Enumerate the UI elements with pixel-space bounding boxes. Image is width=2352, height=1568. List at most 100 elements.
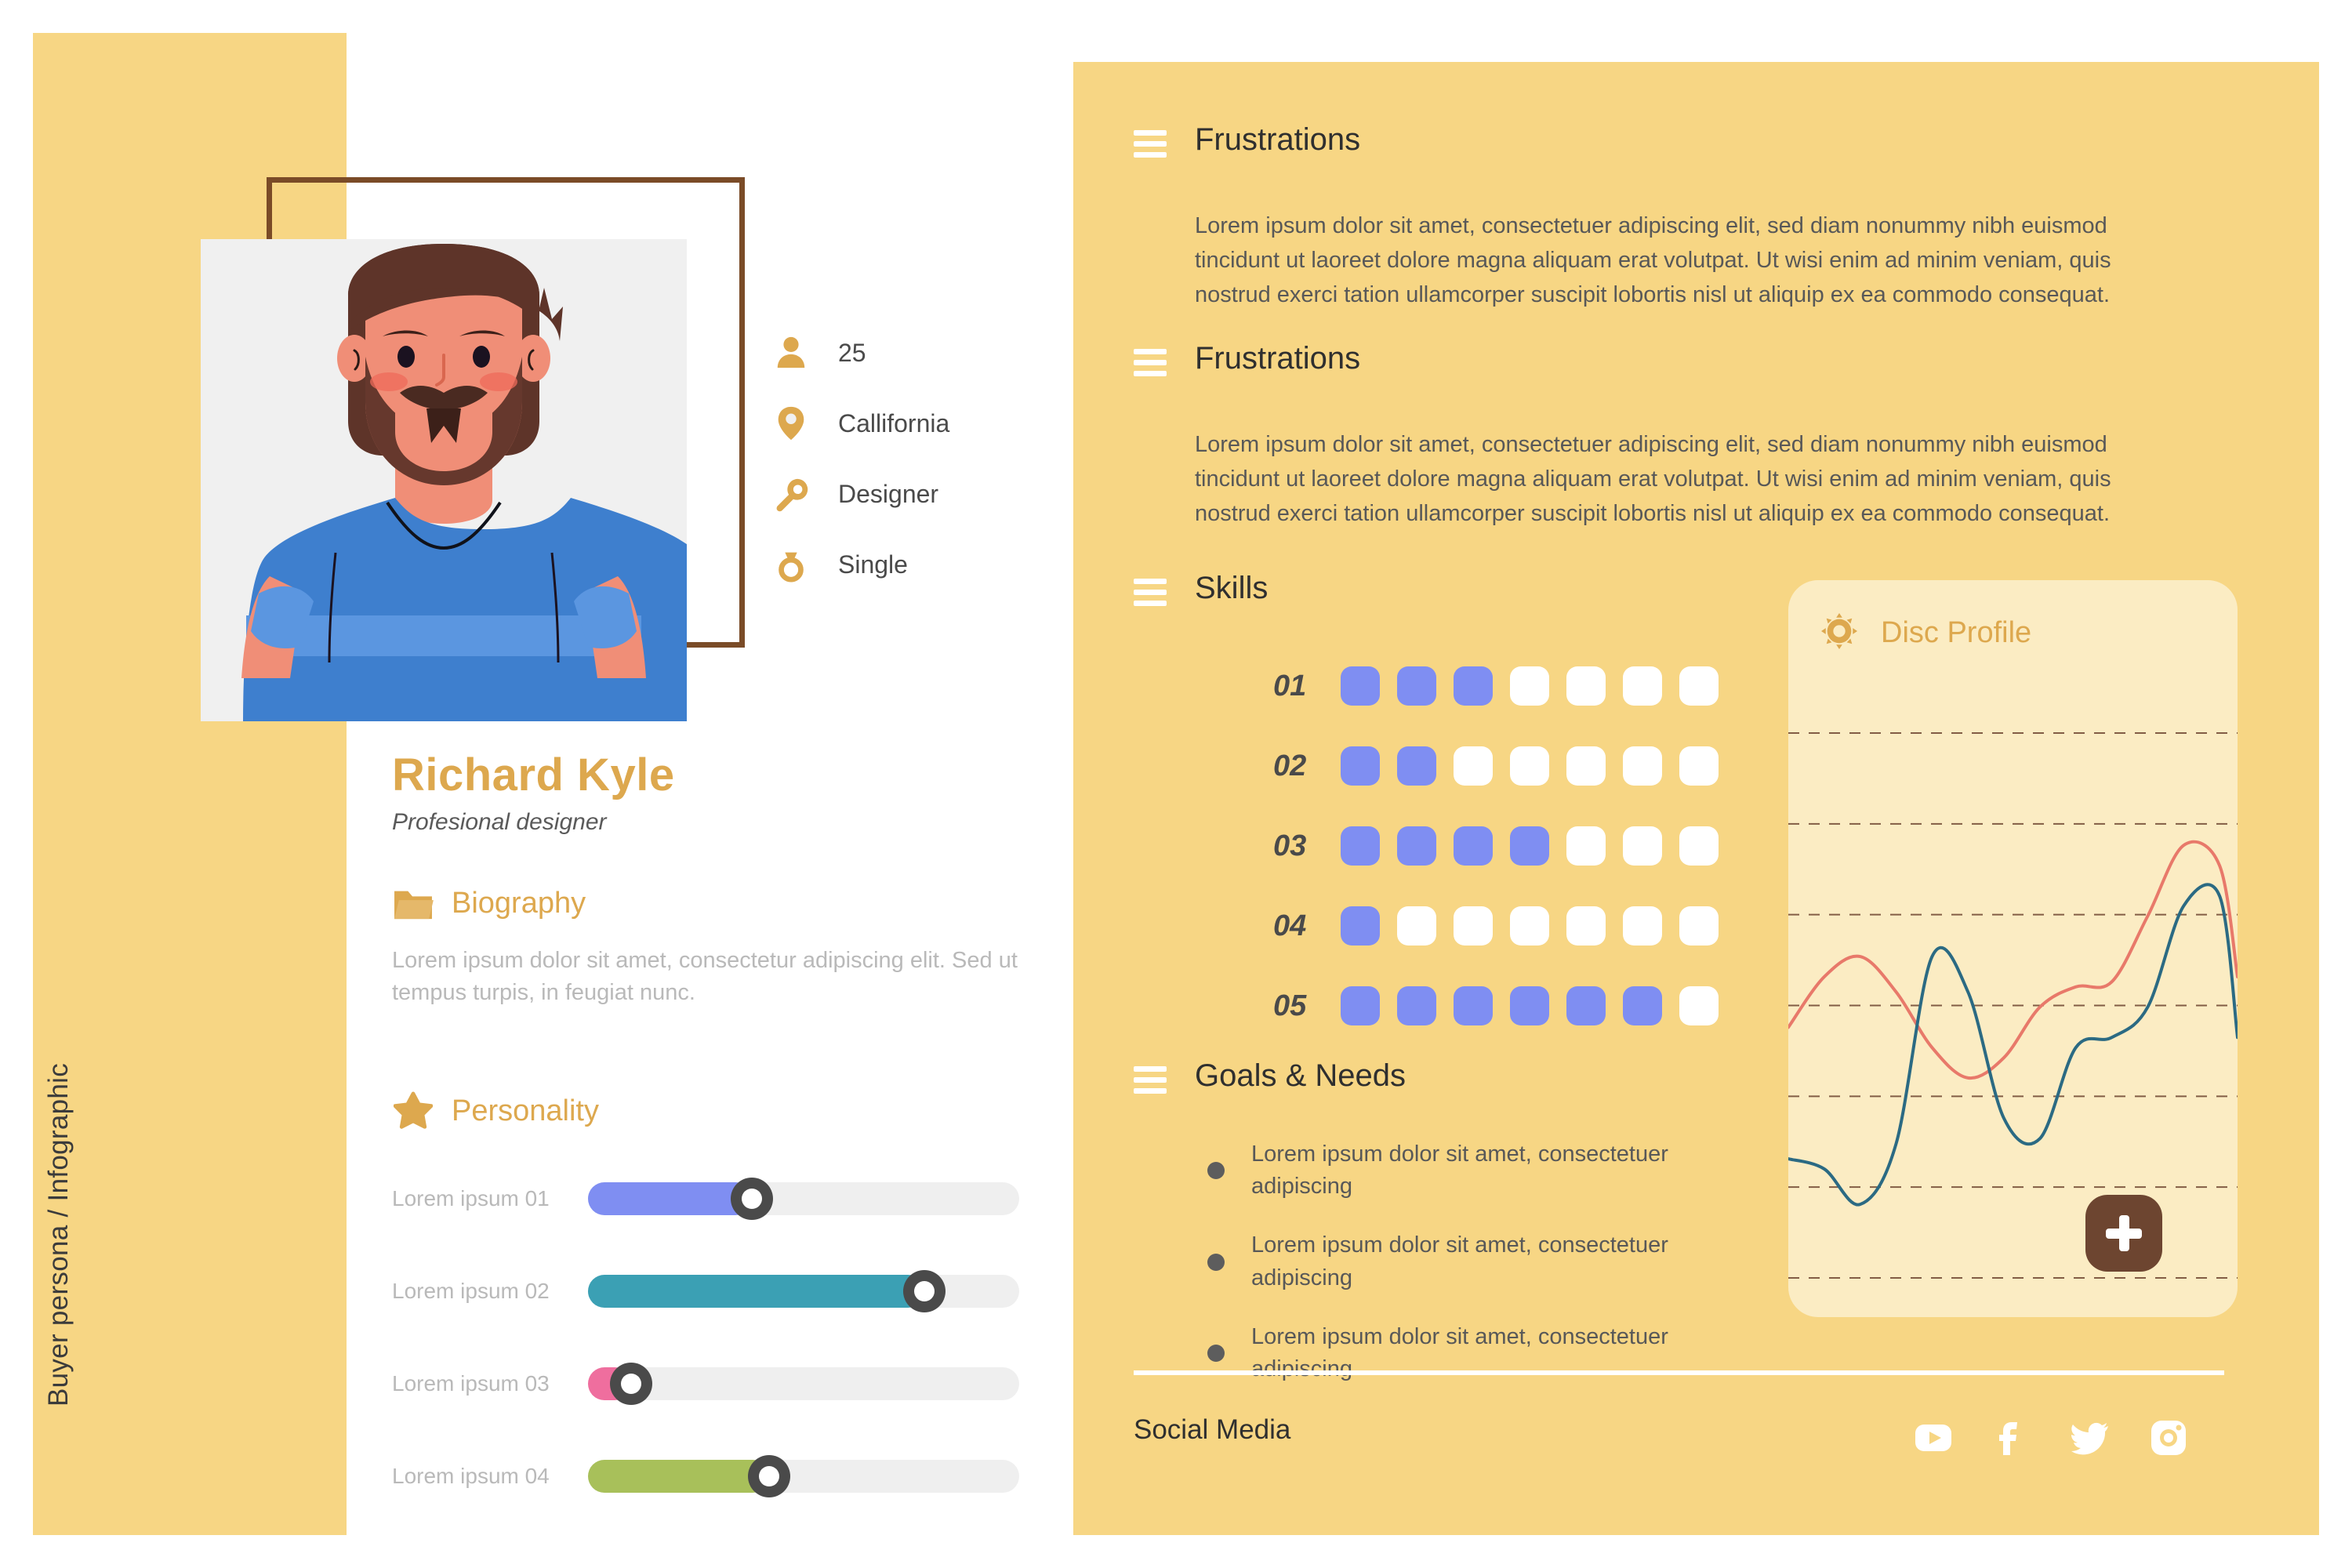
skill-cell-empty[interactable] [1397, 906, 1436, 946]
slider-row: Lorem ipsum 03 [392, 1338, 1019, 1430]
skill-cell-filled[interactable] [1454, 666, 1493, 706]
add-button[interactable] [2085, 1195, 2162, 1272]
social-media-icons [1913, 1417, 2189, 1458]
personality-title: Personality [452, 1094, 599, 1127]
frustrations-section-1: Frustrations Lorem ipsum dolor sit amet,… [1134, 124, 2190, 312]
goals-heading: Goals & Needs [1134, 1060, 1722, 1099]
skills-grid: 01 02 03 04 05 [1273, 646, 1736, 1046]
skill-cell-filled[interactable] [1397, 986, 1436, 1025]
avatar-illustration [201, 239, 687, 721]
footer-divider [1134, 1370, 2224, 1375]
biography-heading: Biography [392, 882, 586, 924]
goal-text: Lorem ipsum dolor sit amet, consectetuer… [1251, 1232, 1668, 1290]
slider-track-1[interactable] [588, 1178, 1019, 1220]
frustrations-text-1: Lorem ipsum dolor sit amet, consectetuer… [1195, 213, 2111, 308]
twitter-icon[interactable] [2070, 1417, 2111, 1458]
wrench-icon [772, 475, 810, 513]
page-title: Richard Kyle [392, 750, 675, 800]
slider-knob-4[interactable] [748, 1455, 790, 1497]
skill-cell-filled[interactable] [1454, 986, 1493, 1025]
social-media-label: Social Media [1134, 1414, 1291, 1445]
skill-row: 02 [1273, 726, 1736, 806]
star-icon [392, 1090, 434, 1132]
skill-cell-filled[interactable] [1341, 666, 1380, 706]
slider-knob-3[interactable] [610, 1363, 652, 1405]
slider-knob-2[interactable] [902, 1270, 946, 1312]
skill-row: 05 [1273, 966, 1736, 1046]
slider-knob-1[interactable] [731, 1178, 773, 1220]
skill-cell-filled[interactable] [1341, 906, 1380, 946]
instagram-icon[interactable] [2148, 1417, 2189, 1458]
hamburger-icon [1134, 130, 1167, 163]
skill-cell-filled[interactable] [1623, 986, 1662, 1025]
skill-cell-filled[interactable] [1341, 826, 1380, 866]
skill-cell-empty[interactable] [1454, 746, 1493, 786]
skill-row-label: 01 [1273, 669, 1307, 702]
skills-heading: Skills [1134, 572, 1736, 612]
skill-cell-empty[interactable] [1510, 666, 1549, 706]
skill-cell-empty[interactable] [1623, 906, 1662, 946]
skill-cell-filled[interactable] [1454, 826, 1493, 866]
info-value-occupation: Designer [838, 479, 939, 508]
goal-item: Lorem ipsum dolor sit amet, consectetuer… [1207, 1229, 1722, 1294]
skill-cell-empty[interactable] [1679, 666, 1719, 706]
slider-track-3[interactable] [588, 1363, 1019, 1405]
goals-list: Lorem ipsum dolor sit amet, consectetuer… [1207, 1138, 1722, 1385]
skill-cell-filled[interactable] [1397, 666, 1436, 706]
skill-cell-empty[interactable] [1679, 986, 1719, 1025]
skill-cell-empty[interactable] [1566, 906, 1606, 946]
user-icon [772, 334, 810, 372]
frustrations-heading-2: Frustrations [1134, 343, 2190, 382]
youtube-icon[interactable] [1913, 1417, 1954, 1458]
slider-fill-1 [588, 1182, 752, 1215]
chart-line-red-line [1788, 840, 2238, 1080]
vertical-sidebar-label: Buyer persona / Infographic [43, 1062, 74, 1407]
skill-cell-filled[interactable] [1510, 826, 1549, 866]
skill-cell-empty[interactable] [1623, 746, 1662, 786]
gear-icon [1821, 613, 1857, 653]
personality-sliders: Lorem ipsum 01 Lorem ipsum 02 Lorem ipsu… [392, 1152, 1019, 1523]
hamburger-icon [1134, 579, 1167, 612]
skill-cell-empty[interactable] [1623, 826, 1662, 866]
folder-icon [392, 882, 434, 924]
skill-cell-empty[interactable] [1679, 746, 1719, 786]
slider-label: Lorem ipsum 02 [392, 1279, 550, 1303]
goals-section: Goals & Needs Lorem ipsum dolor sit amet… [1134, 1060, 1722, 1412]
skill-cell-empty[interactable] [1623, 666, 1662, 706]
frustrations-title-2: Frustrations [1195, 341, 1361, 376]
skill-row-label: 04 [1273, 909, 1307, 942]
slider-label: Lorem ipsum 04 [392, 1464, 550, 1488]
slider-track-4[interactable] [588, 1455, 1019, 1497]
skill-cell-empty[interactable] [1566, 666, 1606, 706]
hamburger-icon [1134, 1066, 1167, 1099]
slider-track-2[interactable] [588, 1270, 1019, 1312]
skill-row: 03 [1273, 806, 1736, 886]
slider-label: Lorem ipsum 01 [392, 1186, 550, 1210]
goal-item: Lorem ipsum dolor sit amet, consectetuer… [1207, 1138, 1722, 1203]
skill-cell-empty[interactable] [1679, 826, 1719, 866]
skill-cell-filled[interactable] [1566, 986, 1606, 1025]
disc-profile-card: Disc Profile [1788, 580, 2238, 1317]
skill-cell-empty[interactable] [1679, 906, 1719, 946]
skill-cell-filled[interactable] [1341, 746, 1380, 786]
goal-text: Lorem ipsum dolor sit amet, consectetuer… [1251, 1142, 1668, 1200]
skill-cell-filled[interactable] [1397, 746, 1436, 786]
skill-cell-empty[interactable] [1566, 746, 1606, 786]
facebook-icon[interactable] [1991, 1417, 2032, 1458]
slider-row: Lorem ipsum 02 [392, 1245, 1019, 1338]
skill-cell-empty[interactable] [1510, 746, 1549, 786]
slider-fill-4 [588, 1460, 769, 1493]
skill-cell-empty[interactable] [1566, 826, 1606, 866]
skill-cell-filled[interactable] [1510, 986, 1549, 1025]
frustrations-heading-1: Frustrations [1134, 124, 2190, 163]
skill-cell-empty[interactable] [1454, 906, 1493, 946]
location-pin-icon [772, 405, 810, 442]
info-row-status: Single [772, 529, 1031, 600]
skill-cell-empty[interactable] [1510, 906, 1549, 946]
person-role: Profesional designer [392, 809, 607, 835]
ring-icon [772, 546, 810, 583]
skill-cell-filled[interactable] [1397, 826, 1436, 866]
skill-cell-filled[interactable] [1341, 986, 1380, 1025]
goal-text: Lorem ipsum dolor sit amet, consectetuer… [1251, 1323, 1668, 1381]
slider-label: Lorem ipsum 03 [392, 1371, 550, 1396]
